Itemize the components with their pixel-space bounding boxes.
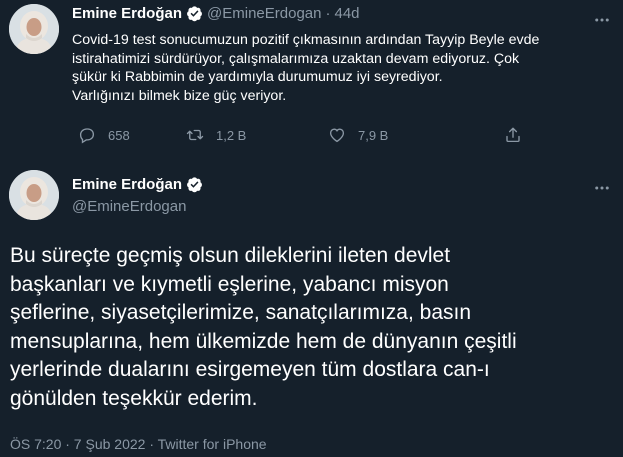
tweet-header: Emine Erdoğan @EmineErdogan · 44d [72, 5, 360, 22]
tweet-text-line: istirahatimizi sürdürüyor, çalışmalarımı… [72, 50, 520, 67]
heart-icon [329, 128, 345, 143]
avatar[interactable] [9, 4, 59, 54]
tweet-text-line: Varlığınızı bilmek bize güç veriyor. [72, 87, 287, 104]
tweet-original[interactable]: Emine Erdoğan @EmineErdogan · 44d Covid-… [0, 0, 623, 158]
share-icon [506, 127, 520, 143]
share-button[interactable] [504, 126, 534, 144]
tweet-text-line: başkanları ve kıymetli eşlerine, yabancı… [10, 272, 449, 296]
author-handle[interactable]: @EmineErdogan [72, 198, 186, 215]
verified-badge-icon [186, 176, 203, 193]
tweet-text-line: Covid-19 test sonucumuzun pozitif çıkmas… [72, 32, 540, 48]
reply-count: 658 [108, 127, 130, 143]
more-options-icon[interactable] [590, 176, 614, 200]
reply-icon [79, 128, 95, 144]
tweet-text-line: yerlerinde dualarını esirgemeyen tüm dos… [10, 358, 490, 381]
retweet-button[interactable]: 1,2 B [186, 126, 246, 144]
tweet-text-line: şükür ki Rabbimin de yardımıyla durumumu… [72, 69, 443, 85]
tweet-text: Covid-19 test sonucumuzun pozitif çıkmas… [72, 31, 612, 105]
tweet-age[interactable]: 44d [335, 5, 360, 22]
tweet-reply[interactable]: Emine Erdoğan @EmineErdogan Bu süreçte g… [0, 158, 623, 457]
retweet-icon [186, 129, 204, 141]
separator-dot: · [325, 5, 331, 22]
avatar-image [9, 170, 59, 220]
tweet-text-line: şeflerine, siyasetçilerimize, sanatçılar… [10, 301, 472, 324]
avatar-image [9, 4, 59, 54]
verified-badge-icon [186, 5, 203, 22]
author-name[interactable]: Emine Erdoğan [72, 5, 182, 22]
tweet-text: Bu süreçte geçmiş olsun dileklerini ilet… [10, 242, 615, 413]
tweet-text-line: gönülden teşekkür ederim. [10, 386, 258, 410]
more-options-icon[interactable] [590, 8, 614, 32]
tweet-text-line: mensuplarına, hem ülkemizde hem de dünya… [10, 329, 517, 353]
author-name[interactable]: Emine Erdoğan [72, 176, 182, 193]
like-button[interactable]: 7,9 B [328, 126, 388, 144]
author-handle[interactable]: @EmineErdogan [207, 5, 321, 22]
avatar[interactable] [9, 170, 59, 220]
retweet-count: 1,2 B [216, 127, 247, 143]
tweet-timestamp-source[interactable]: ÖS 7:20 · 7 Şub 2022 · Twitter for iPhon… [10, 436, 267, 452]
tweet-header: Emine Erdoğan [72, 176, 203, 193]
like-count: 7,9 B [358, 127, 389, 143]
tweet-text-line: Bu süreçte geçmiş olsun dileklerini ilet… [10, 244, 451, 267]
reply-button[interactable]: 658 [78, 126, 130, 144]
tweet-actions: 658 1,2 B 7,9 B [72, 126, 532, 146]
